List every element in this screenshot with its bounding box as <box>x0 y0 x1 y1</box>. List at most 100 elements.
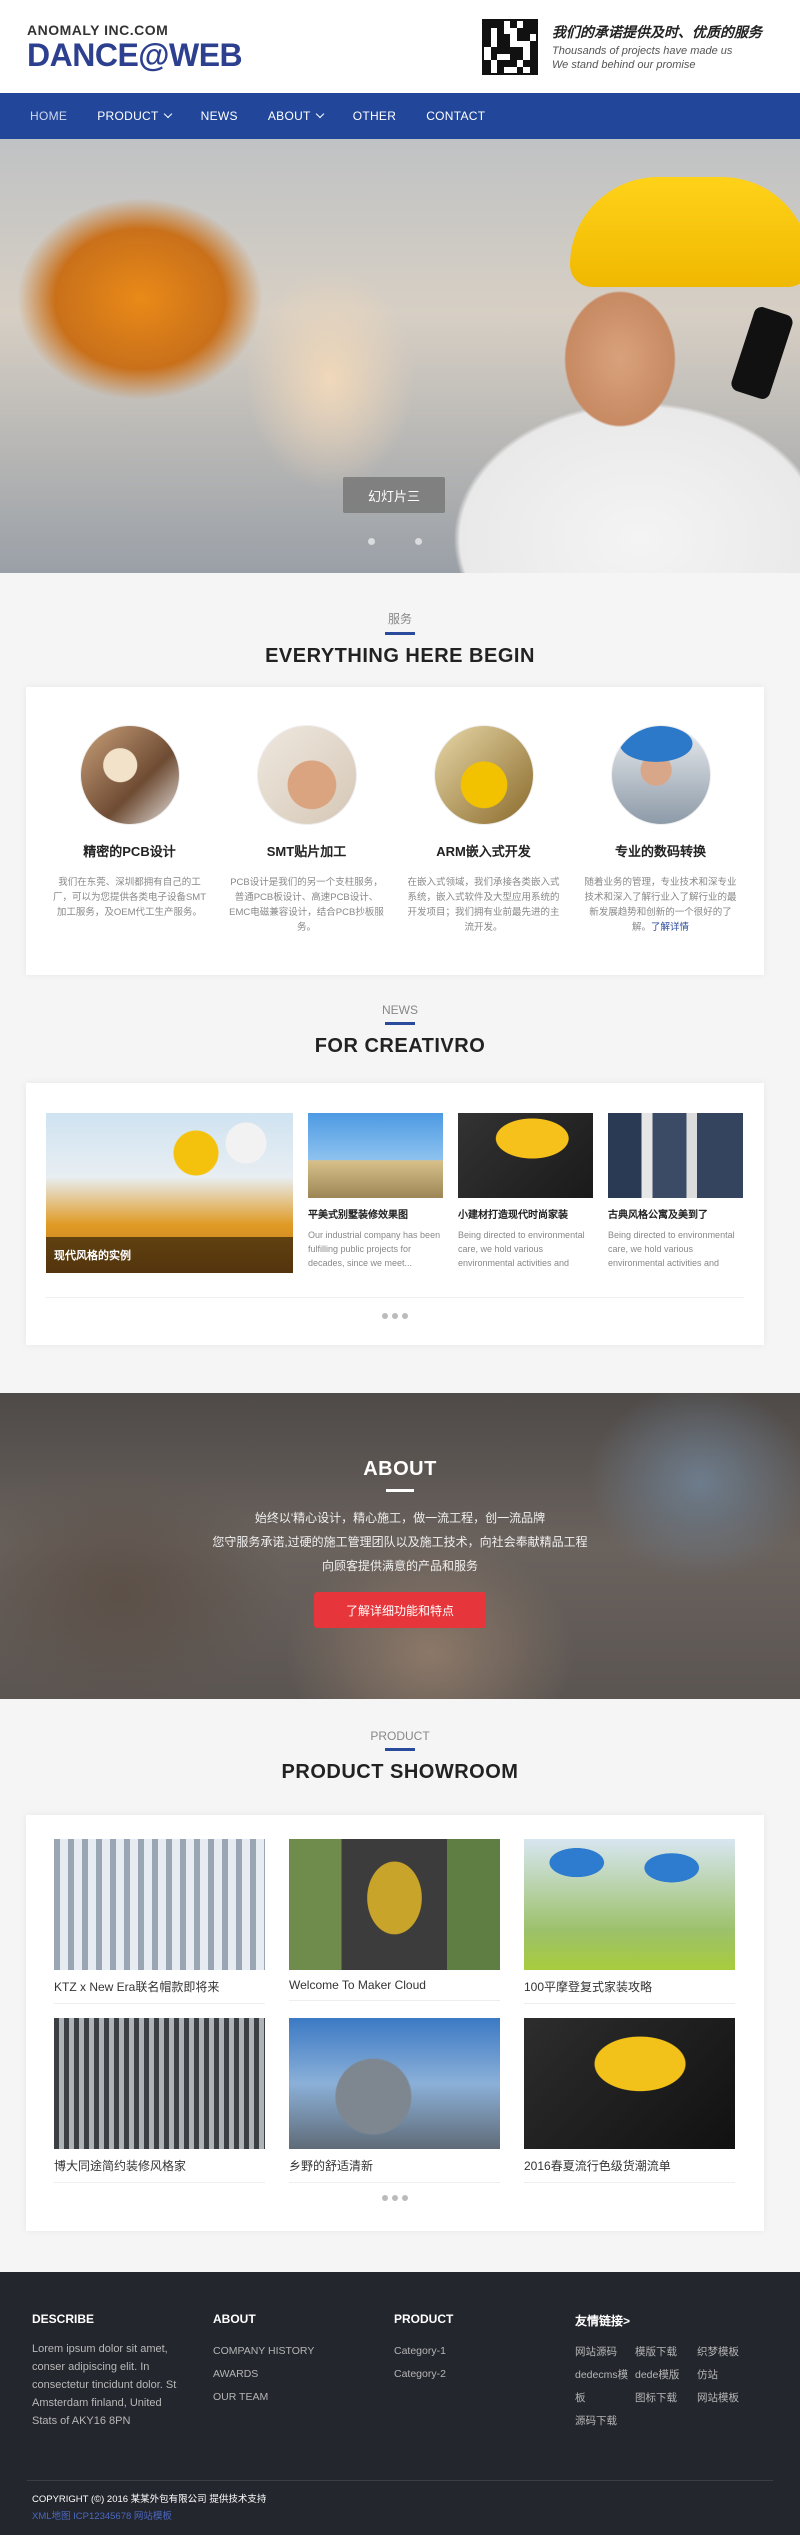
footer-product-head: PRODUCT <box>394 2312 454 2326</box>
product-image <box>54 2018 265 2149</box>
footer-link[interactable]: COMPANY HISTORY <box>213 2340 314 2363</box>
service-image <box>433 725 534 825</box>
friend-link[interactable]: dedecms模 <box>575 2366 635 2385</box>
qr-code <box>482 19 538 75</box>
nav-home-label: HOME <box>30 109 68 123</box>
news-item[interactable]: 小建材打造现代时尚家装 Being directed to environmen… <box>458 1113 593 1273</box>
services-heading: 服务 EVERYTHING HERE BEGIN <box>0 573 800 668</box>
friend-link[interactable]: dede模版 <box>635 2366 697 2385</box>
news-image <box>608 1113 743 1198</box>
learn-more-button[interactable]: 了解详细功能和特点 <box>314 1592 486 1628</box>
nav-news[interactable]: NEWS <box>201 109 238 123</box>
friend-link[interactable]: 仿站 <box>697 2366 757 2385</box>
qr-cell <box>529 66 536 73</box>
service-item[interactable]: ARM嵌入式开发 在嵌入式领域，我们承接各类嵌入式系统，嵌入式软件及大型应用系统… <box>395 725 572 975</box>
service-image <box>610 725 711 825</box>
footer-describe-text: Lorem ipsum dolor sit amet, conser adipi… <box>32 2343 177 2427</box>
logo[interactable]: ANOMALY INC.COM DANCE@WEB <box>27 22 243 71</box>
service-text: 随着业务的管理，专业技术和深专业技术和深入了解行业入了解行业的最新发展趋势和创新… <box>582 875 739 935</box>
friend-link[interactable]: 图标下载 <box>635 2389 697 2408</box>
service-item[interactable]: 精密的PCB设计 我们在东莞、深圳都拥有自己的工厂，可以为您提供各类电子设备SM… <box>41 725 218 975</box>
product-title: 博大同途简约装修风格家 <box>54 2149 265 2183</box>
friend-link[interactable]: 板 <box>575 2389 635 2408</box>
friend-link[interactable]: 模版下载 <box>635 2343 697 2362</box>
products-pager <box>26 2195 764 2201</box>
hero-dots <box>368 538 422 545</box>
products-sub: PRODUCT <box>370 1729 430 1743</box>
news-image <box>458 1113 593 1198</box>
slide-dot[interactable] <box>368 538 375 545</box>
footer-link[interactable]: OUR TEAM <box>213 2386 314 2409</box>
footer-link[interactable]: Category-2 <box>394 2363 453 2386</box>
header-slogan: 我们的承诺提供及时、优质的服务 Thousands of projects ha… <box>552 23 792 72</box>
pager-dot[interactable] <box>382 2195 388 2201</box>
product-title: 100平摩登复式家装攻略 <box>524 1970 735 2004</box>
nav-product-label: PRODUCT <box>97 109 159 123</box>
service-text: 我们在东莞、深圳都拥有自己的工厂，可以为您提供各类电子设备SMT加工服务，及OE… <box>52 877 207 918</box>
learn-more-link[interactable]: 了解详情 <box>651 922 689 933</box>
product-item[interactable]: 100平摩登复式家装攻略 <box>524 1839 735 2004</box>
service-item[interactable]: 专业的数码转换 随着业务的管理，专业技术和深专业技术和深入了解行业入了解行业的最… <box>572 725 749 975</box>
nav-other[interactable]: OTHER <box>353 109 397 123</box>
about-line: 始终以'精心设计，精心施工，做一流工程，创一流品牌 <box>254 1511 546 1525</box>
news-item[interactable]: 平美式别墅装修效果图 Our industrial company has be… <box>308 1113 443 1273</box>
pager-dot[interactable] <box>382 1313 388 1319</box>
news-title: FOR CREATIVRO <box>314 1035 486 1057</box>
service-item[interactable]: SMT贴片加工 PCB设计是我们的另一个支柱服务，普通PCB板设计、高速PCB设… <box>218 725 395 975</box>
footer-describe-head: DESCRIBE <box>32 2312 95 2326</box>
friend-link[interactable]: 网站模板 <box>697 2389 757 2408</box>
hero-helmet-graphic <box>570 177 800 287</box>
nav-product[interactable]: PRODUCT <box>97 109 172 123</box>
nav-contact[interactable]: CONTACT <box>426 109 485 123</box>
news-item-title: 平美式别墅装修效果图 <box>308 1210 408 1221</box>
chevron-down-icon <box>315 109 324 119</box>
divider <box>385 1748 415 1751</box>
about-title: ABOUT <box>363 1458 437 1480</box>
product-title: 2016春夏流行色级货潮流单 <box>524 2149 735 2183</box>
nav-about[interactable]: ABOUT <box>267 109 324 123</box>
slide-dot[interactable] <box>415 538 422 545</box>
news-item-text: Being directed to environmental care, we… <box>608 1230 735 1268</box>
product-item[interactable]: 乡野的舒适清新 <box>289 2018 500 2183</box>
product-item[interactable]: Welcome To Maker Cloud <box>289 1839 500 2004</box>
footer-friends: 友情链接> 网站源码 模版下载 织梦模板 dedecms模 dede模版 仿站 … <box>575 2312 775 2431</box>
friend-link[interactable]: 源码下载 <box>575 2412 635 2431</box>
pager-dot[interactable] <box>402 2195 408 2201</box>
pager-dot[interactable] <box>392 1313 398 1319</box>
slogan-en-line-2: We stand behind our promise <box>552 59 696 71</box>
service-image <box>256 725 357 825</box>
news-feature-caption: 现代风格的实例 <box>46 1237 293 1273</box>
footer-describe: DESCRIBE Lorem ipsum dolor sit amet, con… <box>32 2312 182 2430</box>
product-item[interactable]: KTZ x New Era联名帽款即将来 <box>54 1839 265 2004</box>
footer-about-head: ABOUT <box>213 2312 256 2326</box>
footer-link[interactable]: Category-1 <box>394 2340 453 2363</box>
products-heading: PRODUCT PRODUCT SHOWROOM <box>0 1699 800 1784</box>
news-pager <box>26 1313 764 1319</box>
friend-links: 网站源码 模版下载 织梦模板 dedecms模 dede模版 仿站 板 图标下载… <box>575 2343 775 2431</box>
divider <box>46 1297 744 1298</box>
product-image <box>289 1839 500 1970</box>
icp-links[interactable]: XML地图 ICP12345678 网站模板 <box>32 2508 172 2522</box>
service-title: SMT贴片加工 <box>266 844 347 859</box>
products-card: KTZ x New Era联名帽款即将来 Welcome To Maker Cl… <box>26 1815 764 2231</box>
friend-link[interactable]: 织梦模板 <box>697 2343 757 2362</box>
news-row: 现代风格的实例 平美式别墅装修效果图 Our industrial compan… <box>46 1113 744 1273</box>
nav-news-label: NEWS <box>200 109 238 123</box>
main-nav: HOME PRODUCT NEWS ABOUT OTHER CONTACT <box>0 93 800 139</box>
pager-dot[interactable] <box>402 1313 408 1319</box>
news-feature[interactable]: 现代风格的实例 <box>46 1113 293 1273</box>
hero-caption[interactable]: 幻灯片三 <box>343 477 445 513</box>
product-title: KTZ x New Era联名帽款即将来 <box>54 1970 265 2004</box>
footer-link[interactable]: AWARDS <box>213 2363 314 2386</box>
divider <box>27 2480 773 2481</box>
friend-link[interactable]: 网站源码 <box>575 2343 635 2362</box>
nav-home[interactable]: HOME <box>30 109 67 123</box>
nav-about-label: ABOUT <box>267 109 311 123</box>
pager-dot[interactable] <box>392 2195 398 2201</box>
product-item[interactable]: 博大同途简约装修风格家 <box>54 2018 265 2183</box>
hero-slider[interactable]: 幻灯片三 <box>0 139 800 573</box>
service-title: ARM嵌入式开发 <box>436 844 531 859</box>
services-sub: 服务 <box>387 612 412 626</box>
news-item[interactable]: 古典风格公寓及美到了 Being directed to environment… <box>608 1113 743 1273</box>
product-item[interactable]: 2016春夏流行色级货潮流单 <box>524 2018 735 2183</box>
